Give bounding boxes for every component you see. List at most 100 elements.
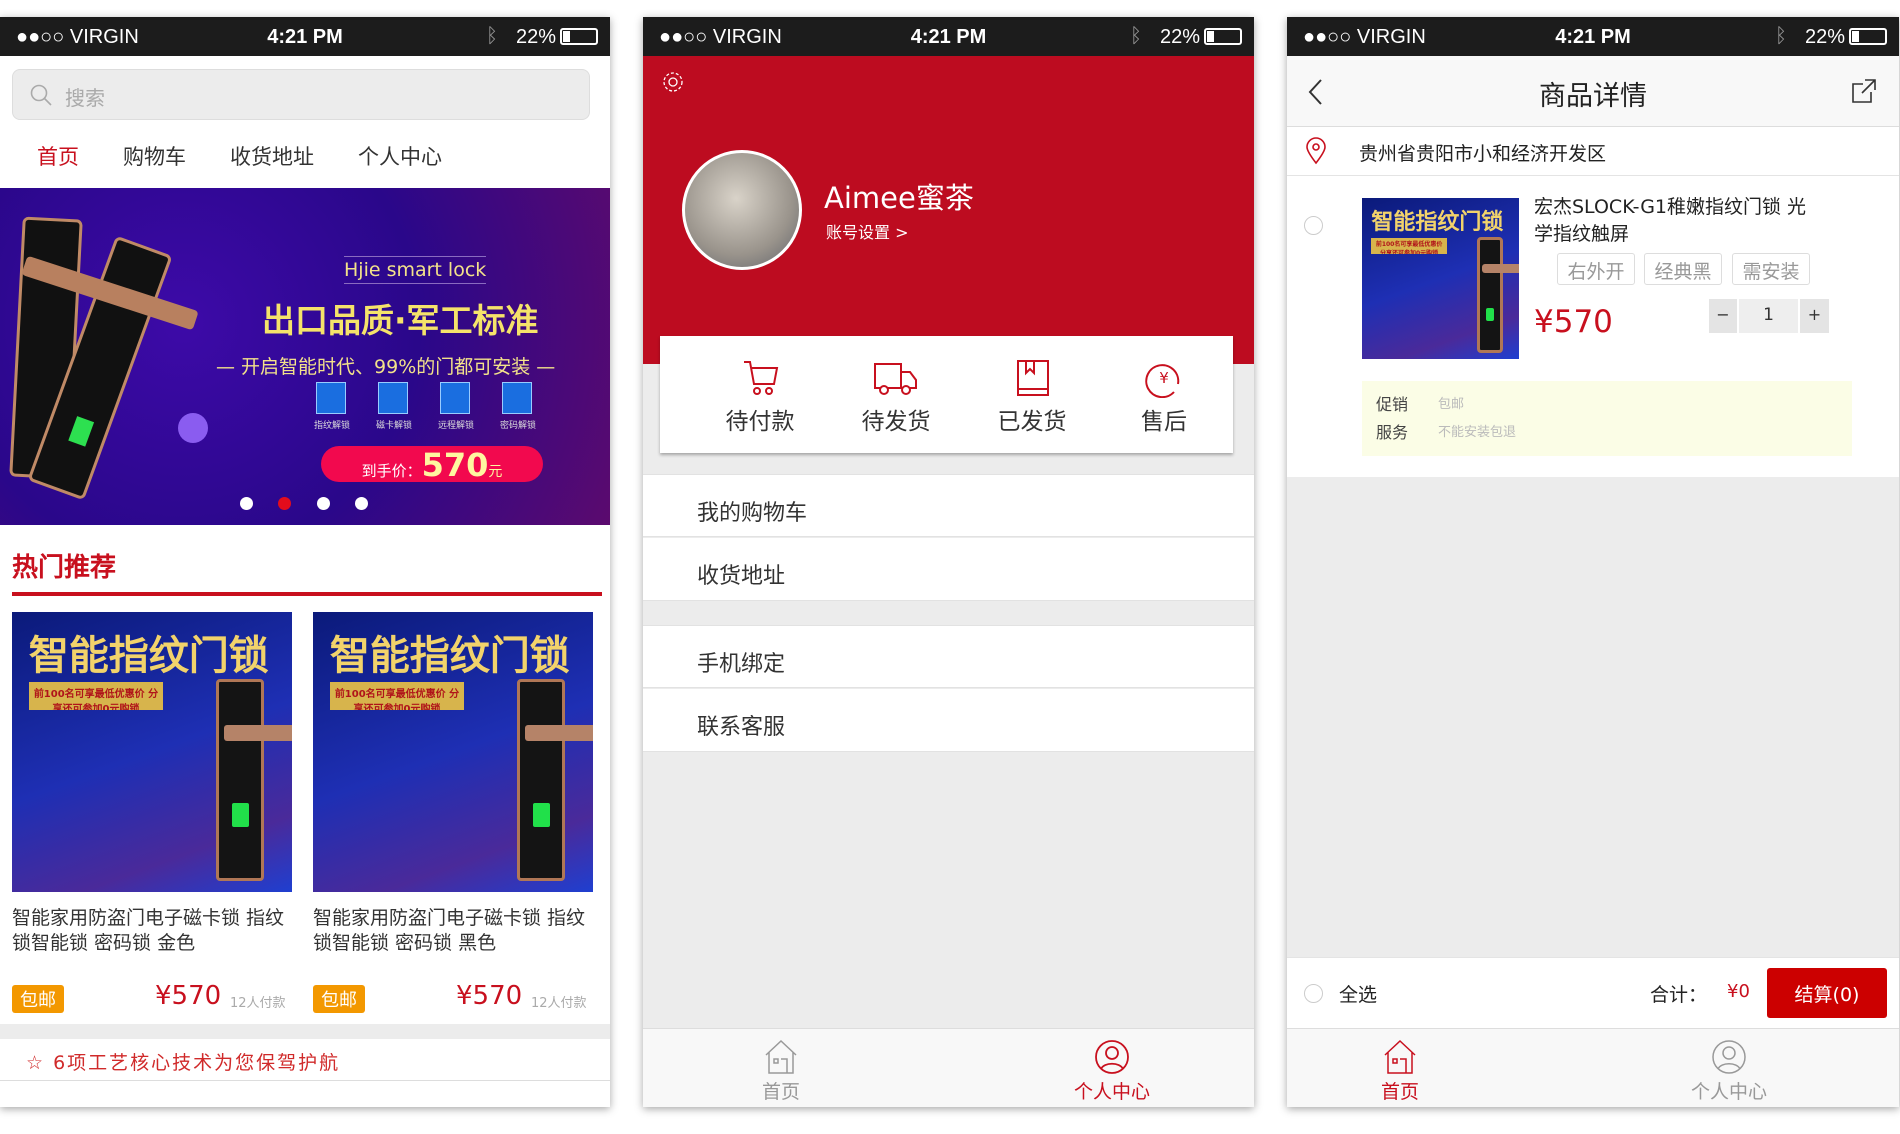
nav-header: 商品详情 [1287,56,1899,127]
address-row[interactable]: 贵州省贵阳市小和经济开发区 [1287,127,1899,176]
book-icon [1017,360,1049,396]
search-input[interactable]: 搜索 [12,69,590,120]
battery-icon [560,28,598,45]
item-checkbox[interactable] [1304,216,1323,235]
avatar[interactable] [682,150,802,270]
tag-opening[interactable]: 右外开 [1557,253,1635,285]
bluetooth-icon: ᛒ [1130,25,1142,47]
product-price: ¥570 [155,981,222,1011]
location-pin-icon [1306,137,1326,165]
order-shipped[interactable]: 已发货 [972,358,1092,436]
product-title: 智能家用防盗门电子磁卡锁 指纹锁智能锁 密码锁 黑色 [313,907,586,954]
order-status-card: 待付款 待发货 已发货 ¥ 售后 [660,336,1233,453]
tab-profile[interactable]: 个人中心 [1032,1039,1192,1104]
free-shipping-badge: 包邮 [313,985,365,1013]
home-icon [765,1039,797,1074]
status-bar: ●●○○ VIRGIN 4:21 PM ᛒ 22% [0,17,610,56]
nav-profile[interactable]: 个人中心 [358,141,442,171]
battery-percent: 22% [515,26,556,48]
home-screen: ●●○○ VIRGIN 4:21 PM ᛒ 22% 搜索 首页 购物车 收货地址… [0,17,610,1107]
top-nav: 首页 购物车 收货地址 个人中心 [0,141,610,181]
product-price: ¥570 [1534,304,1613,340]
share-icon[interactable] [1851,78,1877,104]
menu-my-cart[interactable]: 我的购物车 [643,474,1254,537]
quantity-input[interactable]: 1 [1739,299,1798,333]
select-all-label[interactable]: 全选 [1339,980,1377,1007]
carousel-dot[interactable] [317,497,330,510]
bluetooth-icon: ᛒ [486,25,498,47]
banner-headline: 出口品质·军工标准 [262,301,539,340]
banner-price-pill: 到手价：570元 [321,446,543,484]
battery-icon [1849,28,1887,45]
gear-icon[interactable] [660,69,686,95]
profile-header: Aimee蜜茶 账号设置 > [643,56,1254,364]
bluetooth-icon: ᛒ [1775,25,1787,47]
search-icon [30,84,52,106]
free-shipping-badge: 包邮 [12,985,64,1013]
user-icon [1095,1040,1129,1074]
section-gap [0,1024,610,1039]
product-image: 智能指纹门锁 前100名可享最低优惠价 分享还可参加0元购锁 [12,612,292,892]
status-bar: ●●○○ VIRGIN 4:21 PM ᛒ 22% [1287,17,1899,56]
tab-home[interactable]: 首页 [1320,1039,1480,1104]
detail-screen: ●●○○ VIRGIN 4:21 PM ᛒ 22% 商品详情 贵州省贵阳市小和经… [1287,17,1899,1107]
menu-customer-service[interactable]: 联系客服 [643,689,1254,752]
increment-button[interactable]: + [1800,299,1829,333]
battery-icon [1204,28,1242,45]
username: Aimee蜜茶 [824,181,974,215]
tag-color[interactable]: 经典黑 [1644,253,1722,285]
section-title: 热门推荐 [12,553,117,583]
refund-icon: ¥ [1145,364,1180,399]
product-title: 宏杰SLOCK-G1稚嫩指纹门锁 光学指纹触屏 [1534,196,1807,245]
menu-address[interactable]: 收货地址 [643,538,1254,601]
total-amount: ¥0 [1727,981,1750,1002]
footer-note[interactable]: ☆ 6项工艺核心技术为您保驾护航 [0,1039,610,1081]
home-icon [1384,1039,1416,1074]
banner-brand: Hjie smart lock [344,256,487,284]
order-pending-shipment[interactable]: 待发货 [836,358,956,436]
truck-icon [874,363,917,395]
search-placeholder: 搜索 [65,86,105,110]
carousel-dot[interactable] [355,497,368,510]
carousel-dot[interactable] [240,497,253,510]
promo-box: 促销 包邮 服务 不能安装包退 [1362,381,1852,456]
nav-address[interactable]: 收货地址 [230,141,314,171]
product-image: 智能指纹门锁 前100名可享最低优惠价 分享还可参加0元购锁 [313,612,593,892]
star-icon: ☆ [26,1052,46,1074]
nav-cart[interactable]: 购物车 [123,141,186,171]
tab-home[interactable]: 首页 [701,1039,861,1104]
product-price: ¥570 [456,981,523,1011]
select-all-checkbox[interactable] [1304,984,1323,1003]
account-settings-link[interactable]: 账号设置 > [826,219,909,243]
menu-phone-binding[interactable]: 手机绑定 [643,625,1254,688]
banner-features: 指纹解锁 磁卡解锁 远程解锁 密码解锁 [314,382,554,432]
banner-carousel[interactable]: Hjie smart lock 出口品质·军工标准 — 开启智能时代、99%的门… [0,188,610,525]
address-text: 贵州省贵阳市小和经济开发区 [1359,143,1607,165]
banner-subline: — 开启智能时代、99%的门都可安装 — [216,356,556,378]
section-divider [12,592,602,596]
profile-screen: ●●○○ VIRGIN 4:21 PM ᛒ 22% Aimee蜜茶 账号设置 >… [643,17,1254,1107]
quantity-stepper: − 1 + [1709,299,1829,333]
cart-icon [744,361,779,395]
nav-home[interactable]: 首页 [37,141,79,171]
tag-install[interactable]: 需安装 [1732,253,1810,285]
tab-bar: 首页 个人中心 [643,1028,1254,1107]
product-image[interactable]: 智能指纹门锁 前100名可享最低优惠价 分享还可参加0元购锁 [1362,198,1519,359]
cart-item: 智能指纹门锁 前100名可享最低优惠价 分享还可参加0元购锁 宏杰SLOCK-G… [1287,176,1899,477]
product-sales: 12人付款 [531,996,587,1011]
order-after-sales[interactable]: ¥ 售后 [1104,358,1224,436]
user-icon [1712,1040,1746,1074]
product-card[interactable]: 智能指纹门锁 前100名可享最低优惠价 分享还可参加0元购锁 智能家用防盗门电子… [313,612,593,1032]
product-card[interactable]: 智能指纹门锁 前100名可享最低优惠价 分享还可参加0元购锁 智能家用防盗门电子… [12,612,292,1032]
page-title: 商品详情 [1539,81,1647,112]
decrement-button[interactable]: − [1709,299,1737,333]
carousel-dot-active[interactable] [278,497,291,510]
tab-profile[interactable]: 个人中心 [1649,1039,1809,1104]
order-pending-payment[interactable]: 待付款 [700,358,820,436]
product-title: 智能家用防盗门电子磁卡锁 指纹锁智能锁 密码锁 金色 [12,907,285,954]
status-bar: ●●○○ VIRGIN 4:21 PM ᛒ 22% [643,17,1254,56]
tab-bar: 首页 个人中心 [1287,1028,1899,1107]
total-label: 合计： [1650,984,1708,1006]
checkout-button[interactable]: 结算(0) [1767,968,1887,1018]
product-sales: 12人付款 [230,996,286,1011]
